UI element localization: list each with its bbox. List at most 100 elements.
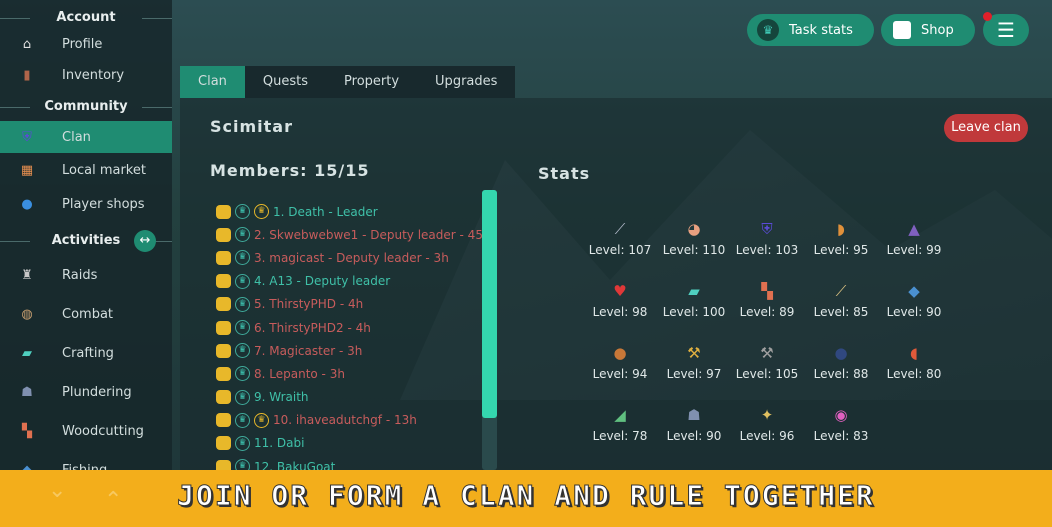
crown-badge-icon: ♛ [235,412,250,428]
coins-icon [216,250,231,265]
magic-wand-icon: ✦ [760,406,774,424]
member-row[interactable]: ♛ 11. Dabi [216,432,491,455]
member-row[interactable]: ♛ 5. ThirstyPHD - 4h [216,293,491,316]
member-row[interactable]: ♛ ♛ 10. ihaveadutchgf - 13h [216,409,491,432]
sidebar-item-profile[interactable]: ⌂ Profile [0,28,172,60]
tab-bar: Clan Quests Property Upgrades [180,66,516,98]
gold-crown-icon: ♛ [254,204,269,220]
sword-shield-icon: ◍ [21,306,33,322]
crown-badge-icon: ♛ [235,296,250,312]
stat-level: Level: 100 [662,305,726,319]
chevron-up-icon[interactable]: ⌃ [104,488,122,513]
sidebar: Account Community Activities ↔ ⌂ Profile ▮… [0,0,172,478]
member-name: 4. A13 - Deputy leader [254,274,391,289]
sword-icon: ⟋ [614,220,626,238]
stat-level: Level: 83 [813,429,869,443]
shield-icon: ⛨ [761,220,773,238]
axe-stump-icon: ▚ [761,282,773,300]
stat-sword: ⟋ Level: 107 [580,220,660,257]
member-row[interactable]: ♛ 9. Wraith [216,386,491,409]
handshake-icon: ● [21,196,33,212]
member-row[interactable]: ♛ 4. A13 - Deputy leader [216,270,491,293]
sidebar-item-label: Inventory [62,67,125,83]
swap-arrows-icon[interactable]: ↔ [134,230,156,252]
member-row[interactable]: ♛ ♛ 1. Death - Leader [216,200,491,223]
tab-upgrades[interactable]: Upgrades [417,66,515,98]
potion-icon: ◉ [834,406,848,424]
leave-clan-button[interactable]: Leave clan [944,114,1028,142]
shop-button[interactable]: Shop [881,14,975,46]
stat-saw: ⟋ Level: 85 [801,282,881,319]
sidebar-item-clan[interactable]: ⛨ Clan [0,121,172,153]
chevron-down-icon[interactable]: ⌄ [48,478,66,503]
hamburger-menu-icon: ☰ [997,18,1015,42]
house-icon: ⌂ [22,36,32,52]
tab-property[interactable]: Property [326,66,417,98]
notification-dot [983,12,992,21]
sidebar-item-plundering[interactable]: ☗ Plundering [0,376,172,408]
task-stats-button[interactable]: ♛ Task stats [747,14,874,46]
tab-clan[interactable]: Clan [180,66,245,98]
muscle-icon: ◕ [687,220,701,238]
sidebar-item-label: Raids [62,267,98,283]
member-name: 8. Lepanto - 3h [254,366,345,381]
sidebar-item-woodcutting[interactable]: ▚ Woodcutting [0,415,172,447]
sidebar-item-label: Woodcutting [62,423,144,439]
task-stats-label: Task stats [789,22,853,38]
sidebar-item-crafting[interactable]: ▰ Crafting [0,337,172,369]
sidebar-item-inventory[interactable]: ▮ Inventory [0,59,172,91]
watering-can-icon: ◖ [910,344,918,362]
member-name: 11. Dabi [254,436,305,451]
spool-icon: ▰ [688,282,700,300]
sidebar-item-combat[interactable]: ◍ Combat [0,298,172,330]
stat-watering-can: ◖ Level: 80 [874,344,954,381]
stat-shield: ⛨ Level: 103 [727,220,807,257]
sidebar-item-local-market[interactable]: ▦ Local market [0,154,172,186]
member-scrollbar[interactable] [482,190,497,470]
member-row[interactable]: ♛ 3. magicast - Deputy leader - 3h [216,246,491,269]
stat-muscle: ◕ Level: 110 [654,220,734,257]
stat-level: Level: 97 [666,367,722,381]
gold-crown-icon: ♛ [254,412,269,428]
scrollbar-thumb[interactable] [482,190,497,418]
spool-icon: ▰ [22,345,32,361]
crown-badge-icon: ♛ [235,389,250,405]
crown-badge-icon: ♛ [235,250,250,266]
sidebar-item-raids[interactable]: ♜ Raids [0,259,172,291]
sidebar-item-label: Clan [62,129,91,145]
coins-icon [216,227,231,242]
coins-icon [216,413,231,428]
stat-roast-chicken: ● Level: 94 [580,344,660,381]
stat-level: Level: 107 [588,243,652,257]
coins-icon [216,274,231,289]
member-name: 6. ThirstyPHD2 - 4h [254,320,371,335]
member-row[interactable]: ♛ 6. ThirstyPHD2 - 4h [216,316,491,339]
castle-icon: ♜ [21,267,33,283]
promo-banner: JOIN OR FORM A CLAN AND RULE TOGETHER [0,470,1052,527]
stats-title: Stats [538,164,591,183]
crown-badge-icon: ♛ [235,273,250,289]
member-row[interactable]: ♛ 7. Magicaster - 3h [216,339,491,362]
saw-icon: ⟋ [835,282,847,300]
crown-badge-icon: ♛ [235,366,250,382]
sidebar-item-player-shops[interactable]: ● Player shops [0,188,172,220]
stat-level: Level: 95 [813,243,869,257]
coins-icon [216,436,231,451]
shopping-bag-icon [893,21,911,39]
stat-level: Level: 85 [813,305,869,319]
member-name: 1. Death - Leader [273,204,378,219]
bow-icon: ◗ [837,220,845,238]
stat-thief: ☗ Level: 90 [654,406,734,443]
member-name: 9. Wraith [254,390,309,405]
tab-quests[interactable]: Quests [245,66,326,98]
stat-level: Level: 105 [735,367,799,381]
member-row[interactable]: ♛ 8. Lepanto - 3h [216,362,491,385]
stat-heart: ♥ Level: 98 [580,282,660,319]
pickaxe-icon: ⚒ [687,344,701,362]
crown-badge-icon: ♛ [235,320,250,336]
member-row[interactable]: ♛ 2. Skwebwebwe1 - Deputy leader - 45h [216,223,491,246]
stat-level: Level: 80 [886,367,942,381]
stat-potion: ◉ Level: 83 [801,406,881,443]
coins-icon [216,320,231,335]
sidebar-item-label: Plundering [62,384,132,400]
